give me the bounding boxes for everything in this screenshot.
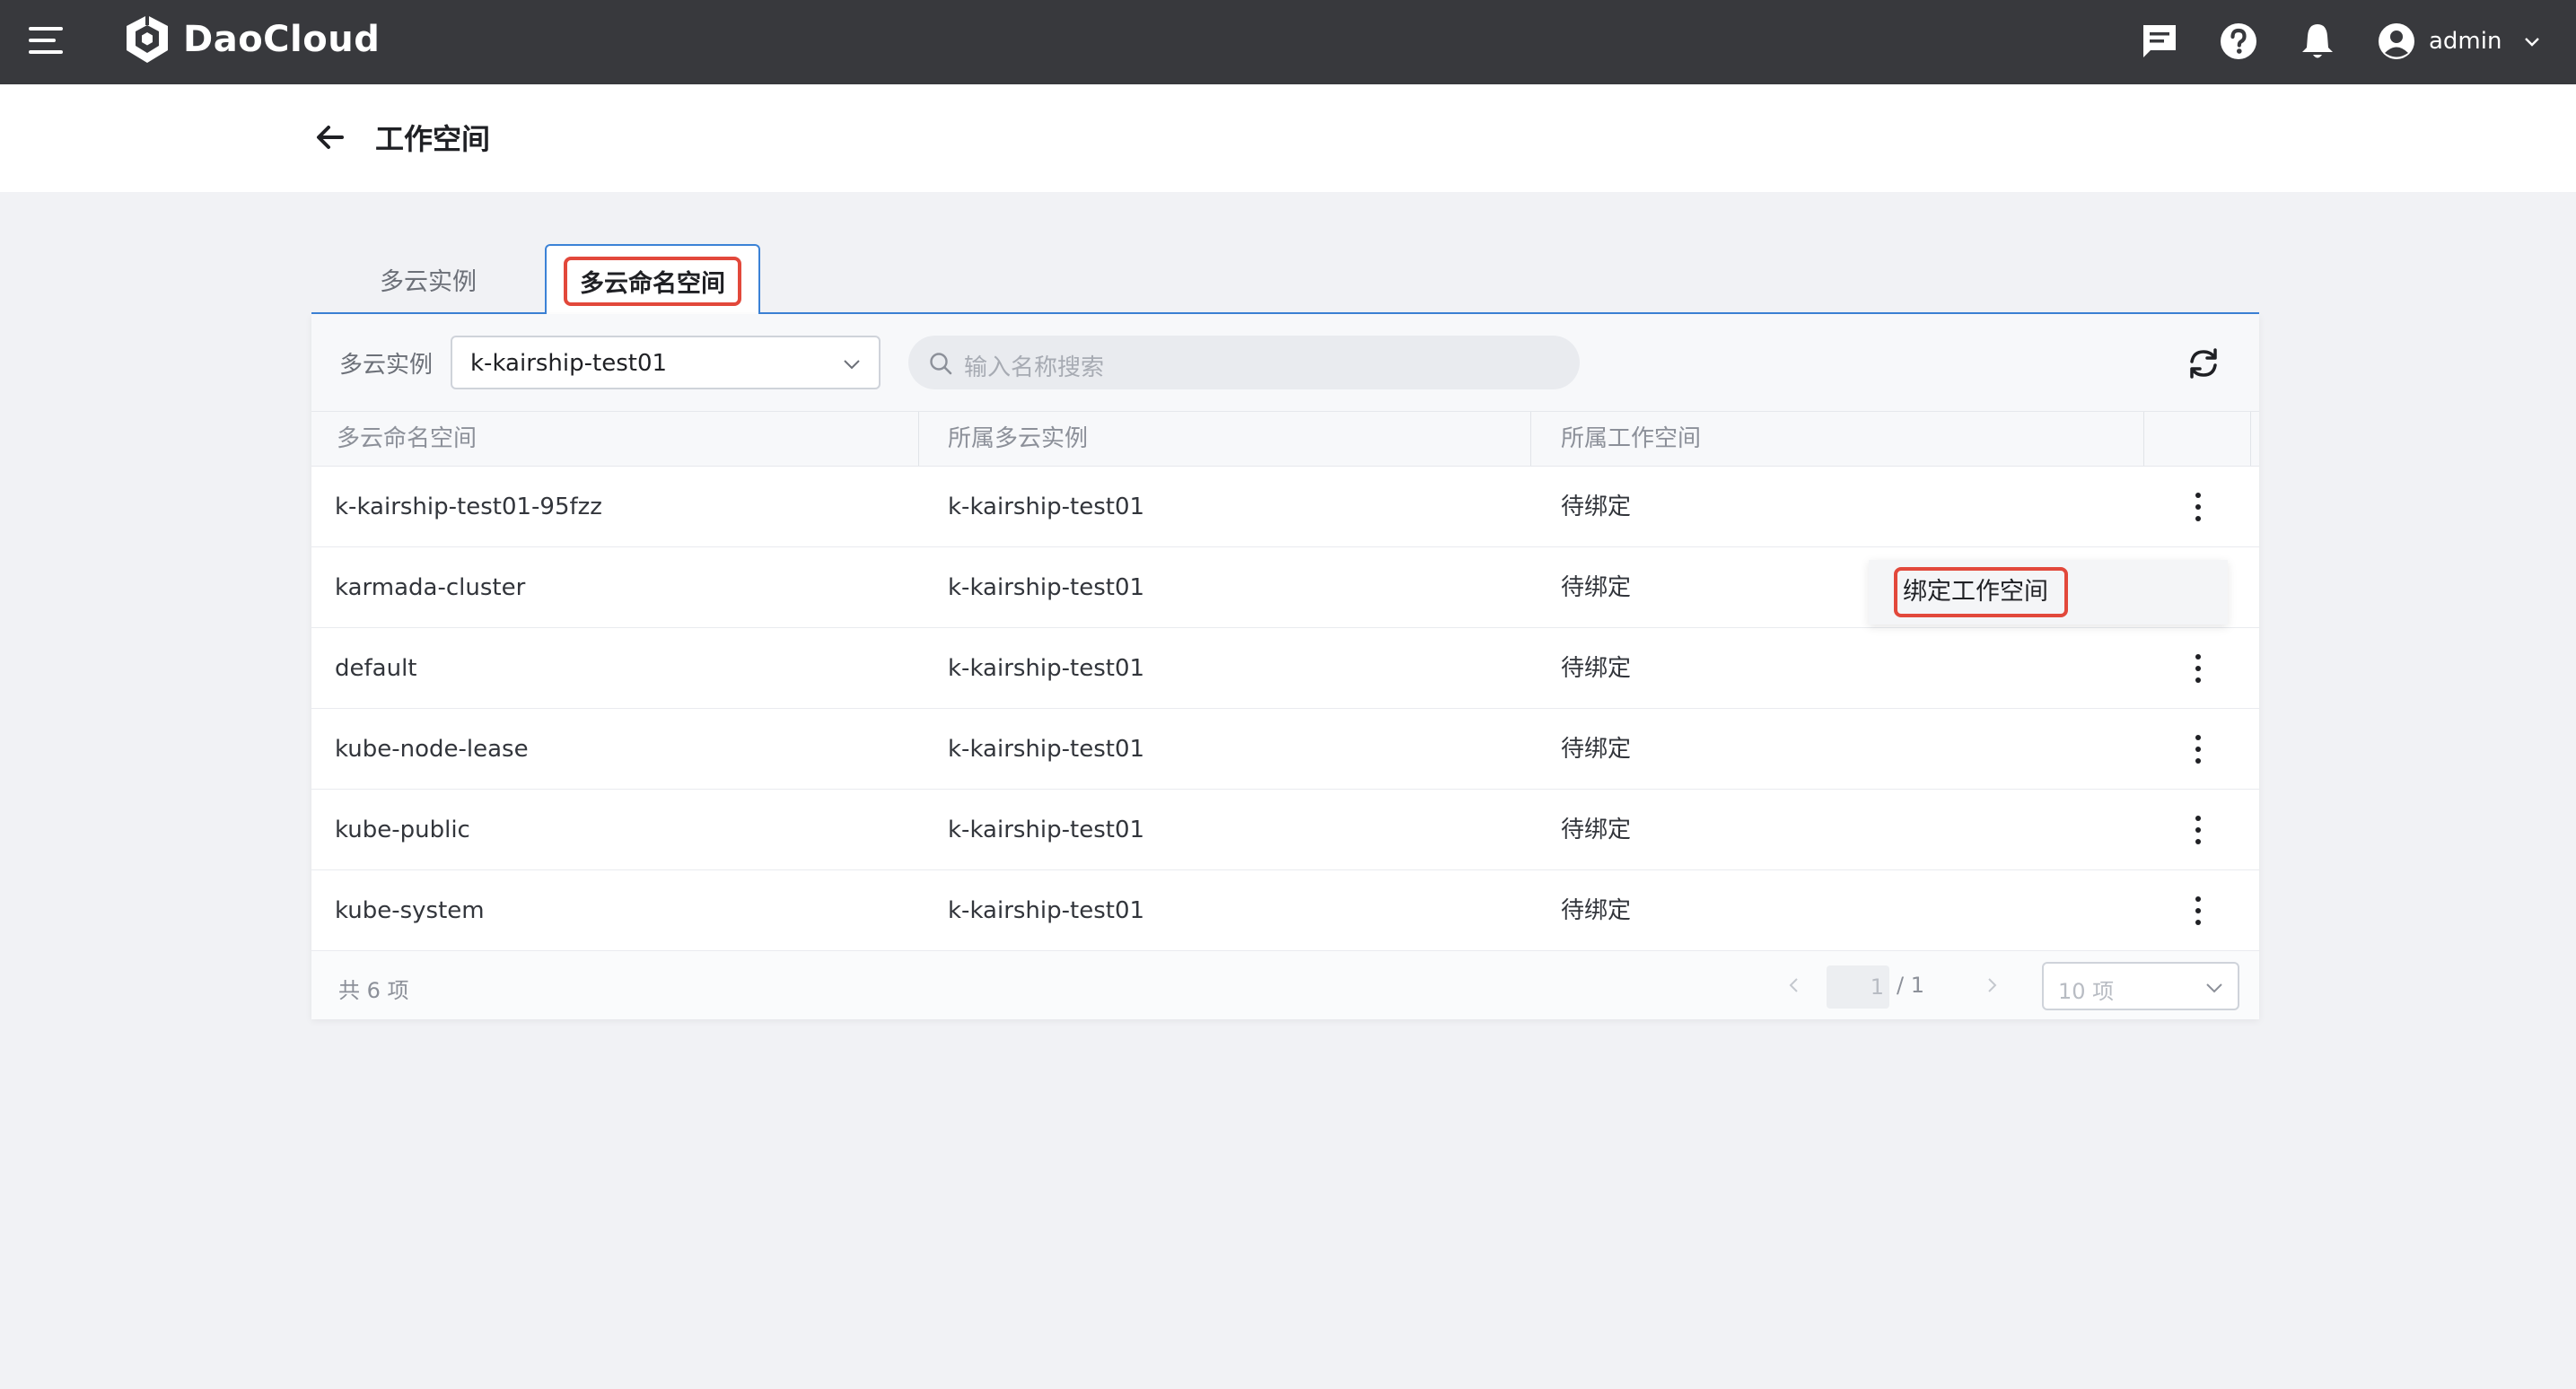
cell-instance: k-kairship-test01	[948, 574, 1145, 601]
bind-workspace-menu-item[interactable]: 绑定工作空间	[1894, 567, 2068, 617]
table-header: 多云命名空间 所属多云实例 所属工作空间	[311, 411, 2259, 467]
tab-multicloud-instances[interactable]: 多云实例	[338, 244, 518, 314]
more-actions-icon[interactable]	[2187, 652, 2209, 685]
page-number-input[interactable]: 1	[1827, 965, 1889, 1009]
row-actions-dropdown: 绑定工作空间	[1869, 560, 2228, 625]
chevron-down-icon	[844, 360, 860, 370]
cell-namespace: k-kairship-test01-95fzz	[335, 494, 602, 520]
table-toolbar: 多云实例 k-kairship-test01 输入名称搜索	[311, 314, 2259, 411]
cell-workspace: 待绑定	[1561, 736, 1632, 763]
cell-workspace: 待绑定	[1561, 494, 1632, 520]
chevron-right-icon[interactable]	[1981, 974, 2002, 996]
cell-instance: k-kairship-test01	[948, 655, 1145, 682]
tab-bar: 多云实例 多云命名空间	[311, 244, 2259, 316]
cell-namespace: kube-node-lease	[335, 736, 529, 763]
brand-logo[interactable]: DaoCloud	[122, 13, 380, 66]
page-size-value: 10 项	[2058, 979, 2115, 1004]
more-actions-icon[interactable]	[2187, 733, 2209, 765]
back-arrow-icon[interactable]	[312, 120, 346, 154]
help-icon[interactable]	[2217, 20, 2260, 63]
search-icon	[930, 353, 952, 375]
page-total: / 1	[1897, 973, 1924, 998]
username: admin	[2429, 28, 2502, 55]
cell-workspace: 待绑定	[1561, 655, 1632, 682]
cell-workspace: 待绑定	[1561, 574, 1632, 601]
user-avatar-icon	[2379, 23, 2414, 59]
page-title: 工作空间	[375, 122, 491, 156]
message-icon[interactable]	[2138, 20, 2181, 63]
column-header-namespace[interactable]: 多云命名空间	[337, 412, 477, 466]
notification-bell-icon[interactable]	[2296, 20, 2339, 63]
cell-instance: k-kairship-test01	[948, 817, 1145, 843]
search-placeholder: 输入名称搜索	[964, 354, 1105, 381]
chevron-left-icon[interactable]	[1783, 974, 1805, 996]
table-row: default k-kairship-test01 待绑定	[311, 628, 2259, 709]
cell-instance: k-kairship-test01	[948, 897, 1145, 924]
cell-namespace: default	[335, 655, 417, 682]
page-size-select[interactable]: 10 项	[2042, 962, 2239, 1010]
more-actions-icon[interactable]	[2187, 895, 2209, 927]
namespace-table-card: 多云实例 k-kairship-test01 输入名称搜索 多云命名空间 所属多…	[311, 314, 2259, 1019]
cell-workspace: 待绑定	[1561, 817, 1632, 843]
daocloud-logo-icon	[127, 13, 168, 63]
user-menu[interactable]: admin	[2377, 18, 2543, 65]
cell-workspace: 待绑定	[1561, 897, 1632, 924]
more-actions-icon[interactable]	[2187, 814, 2209, 846]
instance-select[interactable]: k-kairship-test01	[451, 336, 881, 389]
instance-filter-label: 多云实例	[339, 352, 434, 379]
search-input[interactable]: 输入名称搜索	[908, 336, 1580, 389]
table-footer: 共 6 项 1 / 1 10 项	[311, 951, 2259, 1019]
tab-multicloud-namespaces-label: 多云命名空间	[564, 256, 741, 306]
chevron-down-icon	[2525, 38, 2540, 47]
brand-name: DaoCloud	[183, 19, 381, 60]
cell-instance: k-kairship-test01	[948, 494, 1145, 520]
table-row: k-kairship-test01-95fzz k-kairship-test0…	[311, 467, 2259, 547]
column-header-instance[interactable]: 所属多云实例	[948, 412, 1088, 466]
hamburger-menu-icon[interactable]	[27, 23, 65, 61]
instance-select-value: k-kairship-test01	[470, 350, 668, 377]
total-count: 共 6 项	[338, 978, 409, 1003]
table-row: kube-node-lease k-kairship-test01 待绑定	[311, 709, 2259, 790]
cell-namespace: kube-public	[335, 817, 470, 843]
cell-namespace: kube-system	[335, 897, 485, 924]
chevron-down-icon	[2206, 983, 2222, 993]
cell-namespace: karmada-cluster	[335, 574, 526, 601]
tab-multicloud-namespaces[interactable]: 多云命名空间	[545, 244, 760, 316]
top-navbar: DaoCloud admin	[0, 0, 2576, 84]
page-header: 工作空间	[0, 84, 2576, 192]
table-row: kube-system k-kairship-test01 待绑定	[311, 870, 2259, 951]
column-header-workspace[interactable]: 所属工作空间	[1561, 412, 1701, 466]
refresh-icon[interactable]	[2185, 345, 2222, 382]
more-actions-icon[interactable]	[2187, 491, 2209, 523]
cell-instance: k-kairship-test01	[948, 736, 1145, 763]
table-row: kube-public k-kairship-test01 待绑定	[311, 790, 2259, 870]
